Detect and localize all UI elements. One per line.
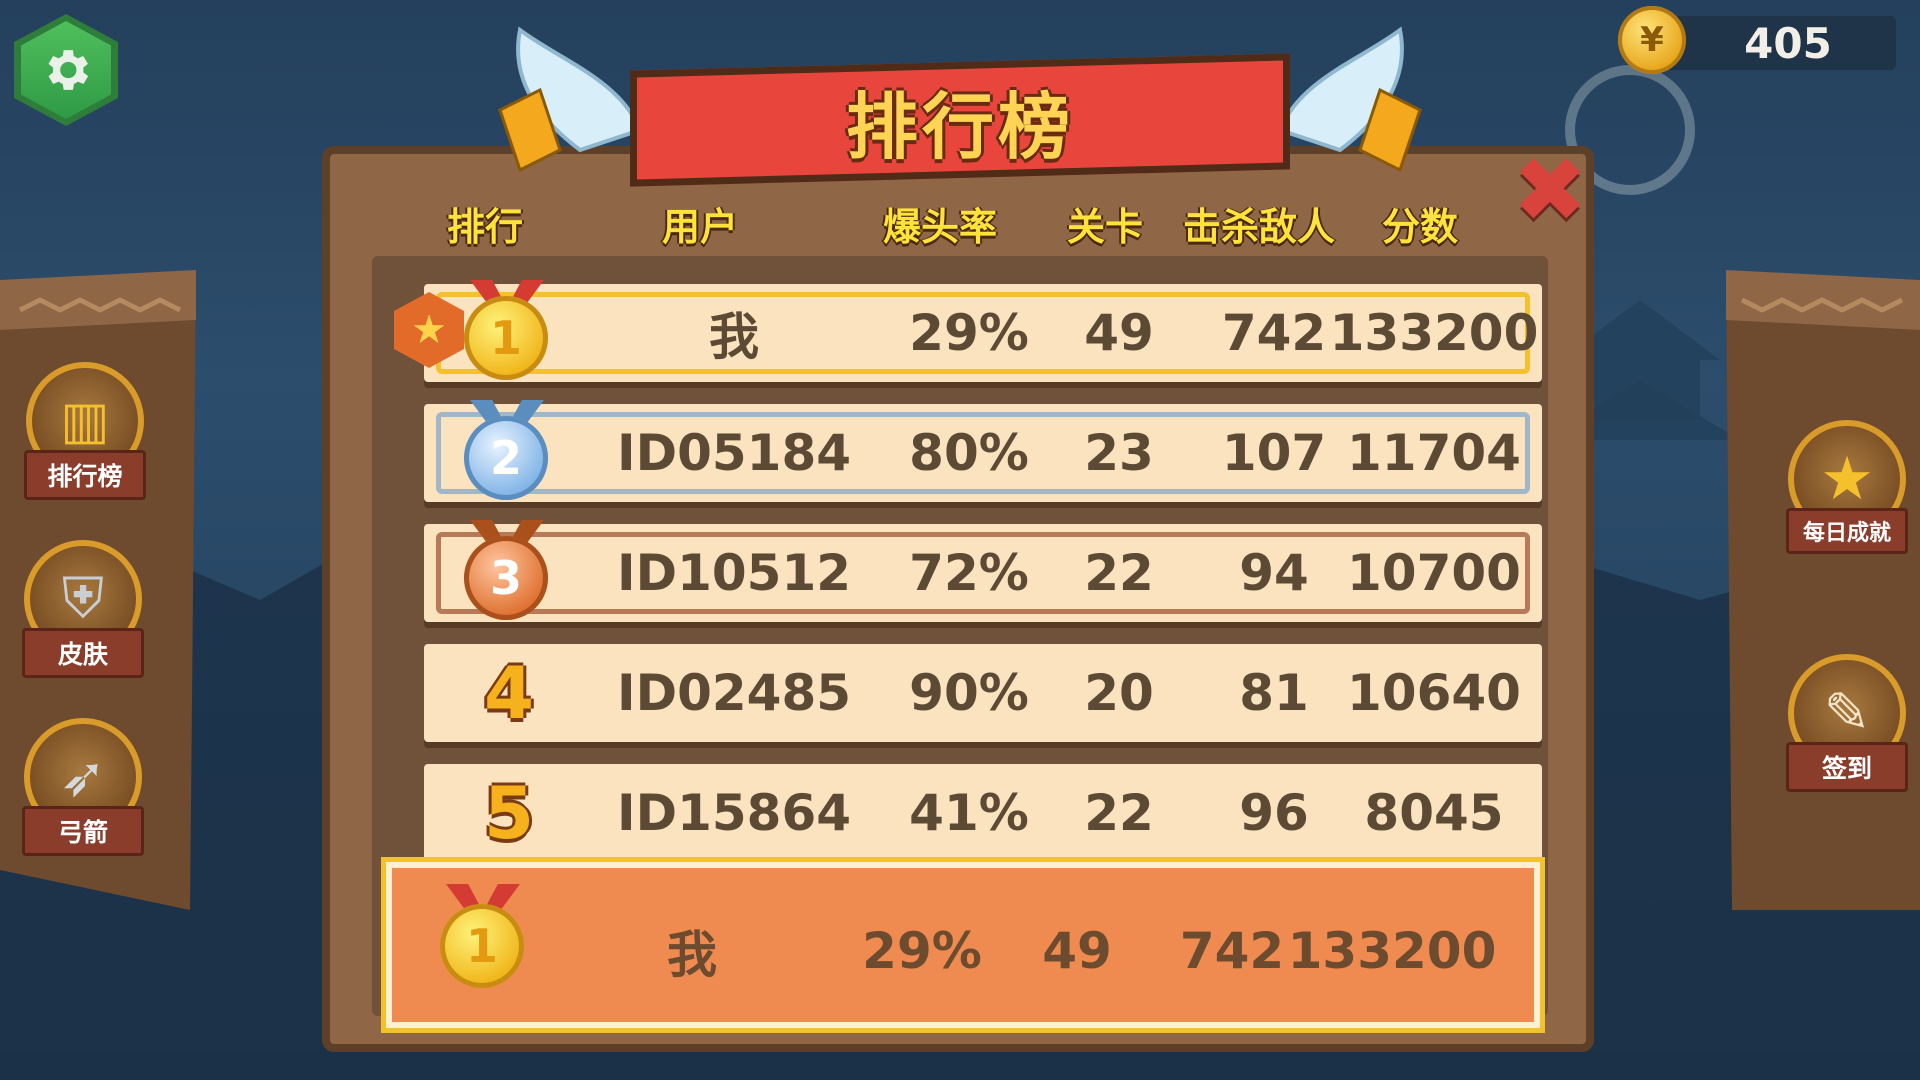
my-headshot-rate-cell: 29% (862, 922, 982, 980)
level-cell: 49 (1084, 304, 1154, 362)
headshot-rate-cell: 41% (909, 784, 1029, 842)
leaderboard-row: 2 ID05184 80% 23 107 11704 (424, 400, 1542, 502)
leaderboard-row: 4 ID02485 90% 20 81 10640 (424, 644, 1542, 742)
score-cell: 133200 (1329, 304, 1539, 362)
column-header-kills: 击杀敌人 (1182, 204, 1335, 249)
column-header-rank: 排行 (446, 204, 523, 249)
user-cell: ID15864 (616, 784, 852, 842)
my-rank-row: 1 我 29% 49 742 133200 (386, 862, 1540, 1028)
level-cell: 22 (1084, 544, 1154, 602)
column-header-user: 用户 (661, 204, 738, 249)
column-header-headshot-rate: 爆头率 (882, 204, 997, 249)
page-title: 排行榜 (845, 84, 1074, 169)
headshot-rate-cell: 72% (909, 544, 1029, 602)
leaderboard-row: 1 我 29% 49 742 133200 (424, 280, 1542, 382)
close-icon: ✖ (1512, 137, 1588, 243)
my-level-cell: 49 (1042, 922, 1112, 980)
menu-daily-achievement-label: 每日成就 (1786, 508, 1908, 554)
leaderboard-row: 3 ID10512 72% 22 94 10700 (424, 520, 1542, 622)
headshot-rate-cell: 90% (909, 664, 1029, 722)
my-user-cell: 我 (667, 926, 717, 984)
menu-checkin-label: 签到 (1786, 742, 1908, 792)
rank-number: 4 (483, 651, 535, 735)
user-cell: ID10512 (616, 544, 852, 602)
kills-cell: 107 (1221, 424, 1327, 482)
bow-icon: ➶ (59, 744, 107, 810)
achievement-star-icon: ★ (1820, 444, 1874, 514)
user-cell: ID02485 (616, 664, 852, 722)
user-cell: 我 (709, 308, 759, 366)
gold-medal-icon: 1 (464, 296, 548, 380)
user-cell: ID05184 (616, 424, 852, 482)
headshot-rate-cell: 80% (909, 424, 1029, 482)
menu-bow-label: 弓箭 (22, 806, 144, 856)
menu-skins-label: 皮肤 (22, 628, 144, 678)
close-button[interactable]: ✖ (1510, 138, 1590, 243)
gold-medal-icon: 1 (440, 904, 524, 988)
silver-medal-icon: 2 (464, 416, 548, 500)
armor-icon: ⛨ (62, 566, 104, 631)
bronze-medal-icon: 3 (464, 536, 548, 620)
rank-number: 5 (483, 771, 535, 855)
score-cell: 10640 (1347, 664, 1521, 722)
score-cell: 11704 (1347, 424, 1521, 482)
clipboard-icon: ✎ (1823, 680, 1871, 746)
leaderboard-row: 5 ID15864 41% 22 96 8045 (424, 764, 1542, 862)
level-cell: 20 (1084, 664, 1154, 722)
kills-cell: 81 (1239, 664, 1309, 722)
right-banner (1726, 270, 1920, 910)
score-cell: 10700 (1347, 544, 1521, 602)
menu-leaderboard-label: 排行榜 (24, 450, 146, 500)
menu-skins-button[interactable]: ⛨ 皮肤 (22, 540, 144, 678)
podium-icon: ▥ (60, 391, 110, 451)
column-header-score: 分数 (1381, 204, 1458, 249)
level-cell: 23 (1084, 424, 1154, 482)
headshot-rate-cell: 29% (909, 304, 1029, 362)
menu-leaderboard-button[interactable]: ▥ 排行榜 (24, 362, 146, 500)
menu-bow-button[interactable]: ➶ 弓箭 (22, 718, 144, 856)
menu-checkin-button[interactable]: ✎ 签到 (1786, 654, 1908, 792)
my-score-cell: 133200 (1287, 922, 1497, 980)
column-header-level: 关卡 (1066, 204, 1143, 249)
kills-cell: 96 (1239, 784, 1309, 842)
kills-cell: 94 (1239, 544, 1309, 602)
my-kills-cell: 742 (1179, 922, 1285, 980)
kills-cell: 742 (1221, 304, 1327, 362)
score-cell: 8045 (1364, 784, 1504, 842)
menu-daily-achievement-button[interactable]: ★ 每日成就 (1786, 420, 1908, 554)
level-cell: 22 (1084, 784, 1154, 842)
